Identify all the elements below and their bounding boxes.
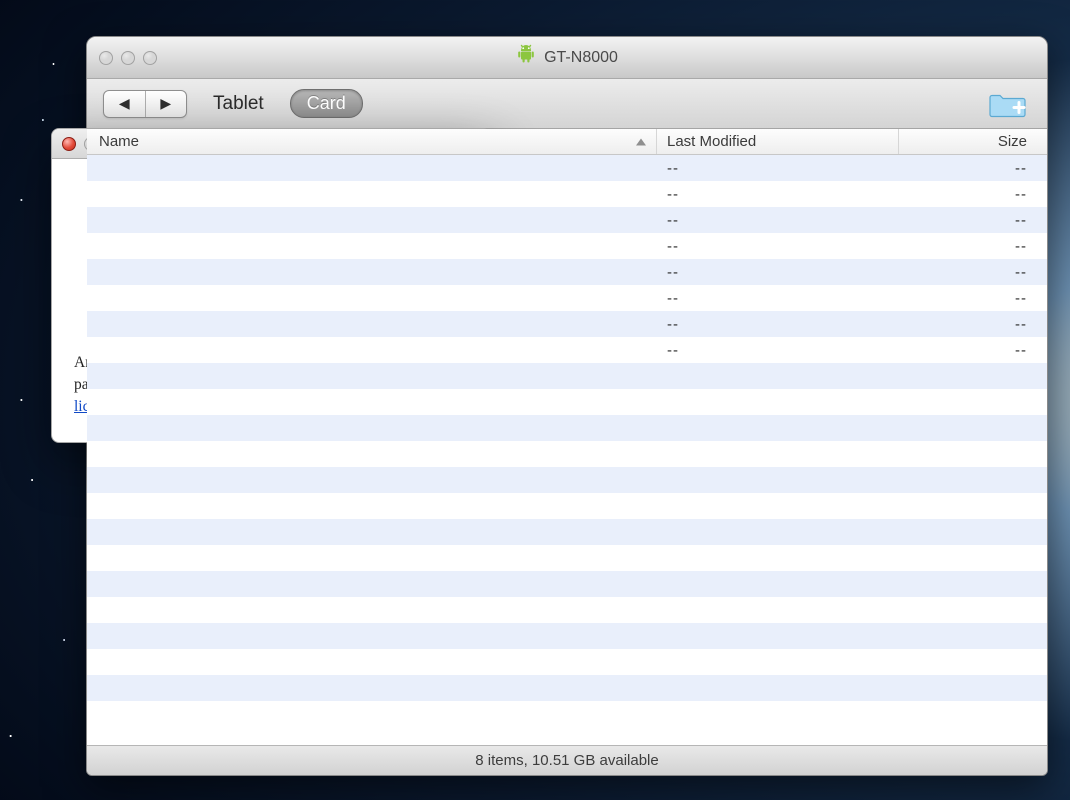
- forward-button[interactable]: ▶: [146, 91, 187, 117]
- status-bar: 8 items, 10.51 GB available: [87, 745, 1047, 775]
- close-button[interactable]: [62, 137, 76, 151]
- table-row[interactable]: ----: [87, 337, 1047, 363]
- android-icon: [516, 44, 536, 71]
- table-row[interactable]: ----: [87, 311, 1047, 337]
- table-row: [87, 415, 1047, 441]
- table-row: [87, 597, 1047, 623]
- window-controls: [99, 51, 157, 65]
- file-transfer-window: GT-N8000 ◀ ▶ Tablet Card Name Last Modif…: [86, 36, 1048, 776]
- nav-back-forward: ◀ ▶: [103, 90, 187, 118]
- table-row: [87, 701, 1047, 727]
- window-title: GT-N8000: [516, 44, 618, 71]
- table-row[interactable]: ----: [87, 233, 1047, 259]
- header-name-label: Name: [99, 133, 139, 150]
- status-text: 8 items, 10.51 GB available: [475, 752, 658, 769]
- table-row: [87, 389, 1047, 415]
- table-row[interactable]: ----: [87, 207, 1047, 233]
- table-row: [87, 623, 1047, 649]
- minimize-button[interactable]: [121, 51, 135, 65]
- back-button[interactable]: ◀: [104, 91, 146, 117]
- table-row: [87, 675, 1047, 701]
- toolbar: ◀ ▶ Tablet Card: [87, 79, 1047, 129]
- sort-ascending-icon: [636, 138, 646, 145]
- table-row[interactable]: ----: [87, 181, 1047, 207]
- table-row: [87, 467, 1047, 493]
- new-folder-button[interactable]: [989, 86, 1029, 121]
- close-button[interactable]: [99, 51, 113, 65]
- file-list: --------------------------------: [87, 155, 1047, 745]
- table-row: [87, 649, 1047, 675]
- table-row[interactable]: ----: [87, 285, 1047, 311]
- header-name[interactable]: Name: [87, 129, 657, 154]
- table-row: [87, 571, 1047, 597]
- titlebar[interactable]: GT-N8000: [87, 37, 1047, 79]
- table-row: [87, 545, 1047, 571]
- window-title-text: GT-N8000: [544, 49, 618, 67]
- table-row: [87, 363, 1047, 389]
- column-headers: Name Last Modified Size: [87, 129, 1047, 155]
- table-row: [87, 493, 1047, 519]
- table-row[interactable]: ----: [87, 259, 1047, 285]
- table-row: [87, 519, 1047, 545]
- header-size[interactable]: Size: [899, 129, 1047, 154]
- table-row[interactable]: ----: [87, 155, 1047, 181]
- zoom-button[interactable]: [143, 51, 157, 65]
- table-row: [87, 441, 1047, 467]
- tab-card[interactable]: Card: [290, 89, 363, 118]
- header-last-modified[interactable]: Last Modified: [657, 129, 899, 154]
- tab-tablet[interactable]: Tablet: [209, 90, 268, 118]
